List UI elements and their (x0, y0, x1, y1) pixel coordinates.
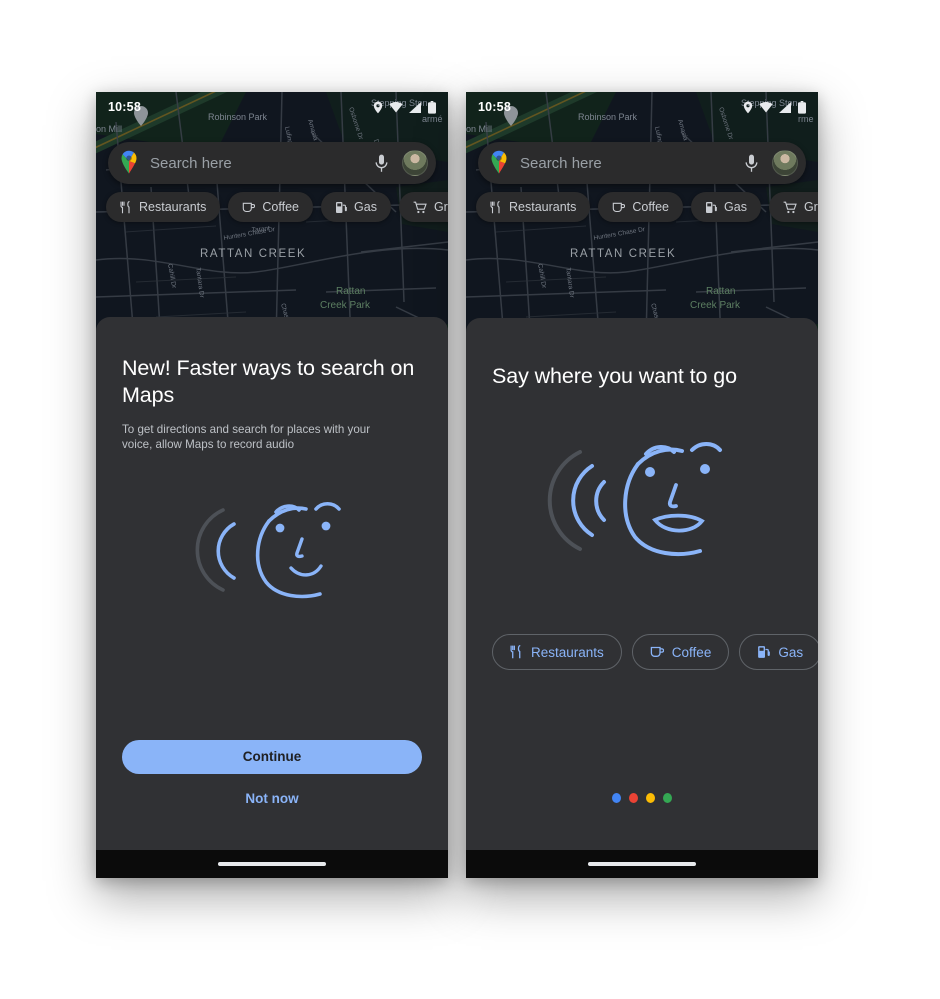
bottom-sheet-voice-onboarding: Say where you want to go Restaurants Cof… (466, 318, 818, 878)
page-dot-2[interactable] (629, 793, 638, 803)
map-chip-label: Coffee (632, 200, 670, 214)
voice-face-illustration (96, 486, 448, 611)
status-bar-left: 10:58 (96, 92, 448, 122)
svg-text:Rattan: Rattan (706, 286, 735, 297)
suggestion-chip-coffee[interactable]: Coffee (631, 634, 730, 670)
search-input-placeholder[interactable]: Search here (520, 155, 738, 172)
continue-button[interactable]: Continue (122, 740, 422, 774)
map-chip-label: Restaurants (509, 200, 577, 214)
wifi-icon (759, 101, 773, 113)
page-dot-1[interactable] (612, 793, 621, 803)
map-chip-grocer[interactable]: Grocer (768, 192, 818, 222)
map-chip-label: Restaurants (139, 200, 207, 214)
coffee-icon (650, 645, 664, 659)
suggestion-chip-label: Gas (778, 644, 804, 660)
map-chip-label: Grocer (433, 200, 448, 214)
map-chip-label: Gas (354, 200, 377, 214)
sheet-title: New! Faster ways to search on Maps (122, 356, 415, 407)
signal-icon (779, 101, 792, 113)
map-chip-restaurants[interactable]: Restaurants (476, 192, 591, 222)
not-now-button[interactable]: Not now (122, 791, 422, 806)
map-category-chips-left: Restaurants Coffee Gas Gr (106, 192, 448, 222)
location-pin-icon (373, 101, 383, 114)
svg-text:on Mill: on Mill (96, 124, 122, 134)
suggestion-chip-label: Restaurants (531, 644, 604, 660)
restaurant-icon (120, 200, 132, 214)
account-avatar[interactable] (402, 150, 428, 176)
status-icons (743, 100, 806, 114)
grocery-cart-icon (413, 201, 427, 214)
gesture-pill[interactable] (218, 862, 326, 866)
svg-text:Rattan: Rattan (336, 286, 365, 297)
search-bar-right[interactable]: Search here (478, 142, 806, 184)
gas-icon (705, 201, 717, 214)
page-canvas: Robinson Park Stepping Ston on Mill armé… (0, 0, 940, 999)
screen-permission-prompt: Robinson Park Stepping Ston on Mill armé… (96, 92, 448, 878)
map-chip-gas[interactable]: Gas (321, 192, 391, 222)
suggestion-chip-label: Coffee (671, 644, 712, 660)
search-bar-left[interactable]: Search here (108, 142, 436, 184)
svg-text:RATTAN CREEK: RATTAN CREEK (570, 248, 676, 260)
microphone-icon[interactable] (368, 150, 394, 176)
gas-icon (757, 645, 771, 659)
battery-icon (798, 100, 806, 114)
page-dot-3[interactable] (646, 793, 655, 803)
map-chip-label: Grocer (803, 200, 818, 214)
map-chip-restaurants[interactable]: Restaurants (106, 192, 221, 222)
sheet-title: Say where you want to go (492, 364, 737, 388)
restaurant-icon (490, 200, 502, 214)
screen-voice-onboarding: Robinson Park Stepping Ston on Mill rme … (466, 92, 818, 878)
suggestion-chip-restaurants[interactable]: Restaurants (492, 634, 622, 670)
voice-face-speaking-illustration (466, 424, 818, 574)
google-maps-pin-icon (488, 148, 510, 179)
grocery-cart-icon (783, 201, 797, 214)
coffee-icon (242, 201, 256, 214)
status-clock: 10:58 (108, 100, 141, 114)
status-clock: 10:58 (478, 100, 511, 114)
microphone-icon[interactable] (738, 150, 764, 176)
phone-mockup-voice-onboarding: Robinson Park Stepping Ston on Mill rme … (466, 92, 818, 878)
gesture-nav-bar-left (96, 850, 448, 878)
wifi-icon (389, 101, 403, 113)
page-indicator-dots (466, 793, 818, 803)
map-chip-grocer[interactable]: Grocer (398, 192, 448, 222)
svg-text:Creek Park: Creek Park (690, 300, 741, 311)
restaurant-icon (510, 645, 523, 659)
svg-text:Creek Park: Creek Park (320, 300, 371, 311)
map-chip-gas[interactable]: Gas (691, 192, 761, 222)
bottom-sheet-permission: New! Faster ways to search on Maps To ge… (96, 317, 448, 878)
phone-mockup-permission-prompt: Robinson Park Stepping Ston on Mill armé… (96, 92, 448, 878)
google-maps-pin-icon (118, 148, 140, 179)
suggestion-chip-gas[interactable]: Gas (739, 634, 818, 670)
map-chip-coffee[interactable]: Coffee (598, 192, 684, 222)
map-chip-label: Coffee (262, 200, 300, 214)
status-icons (373, 100, 436, 114)
signal-icon (409, 101, 422, 113)
gesture-pill[interactable] (588, 862, 696, 866)
svg-text:RATTAN CREEK: RATTAN CREEK (200, 248, 306, 260)
account-avatar[interactable] (772, 150, 798, 176)
sheet-subtitle: To get directions and search for places … (122, 423, 371, 451)
gas-icon (335, 201, 347, 214)
page-dot-4[interactable] (663, 793, 672, 803)
map-chip-label: Gas (724, 200, 747, 214)
location-pin-icon (743, 101, 753, 114)
sheet-actions: Continue Not now (122, 740, 422, 806)
svg-text:on Mill: on Mill (466, 124, 492, 134)
battery-icon (428, 100, 436, 114)
status-bar-right: 10:58 (466, 92, 818, 122)
map-category-chips-right: Restaurants Coffee Gas Gr (476, 192, 818, 222)
map-chip-coffee[interactable]: Coffee (228, 192, 314, 222)
coffee-icon (612, 201, 626, 214)
gesture-nav-bar-right (466, 850, 818, 878)
suggestion-chips: Restaurants Coffee Gas (492, 634, 818, 670)
search-input-placeholder[interactable]: Search here (150, 155, 368, 172)
